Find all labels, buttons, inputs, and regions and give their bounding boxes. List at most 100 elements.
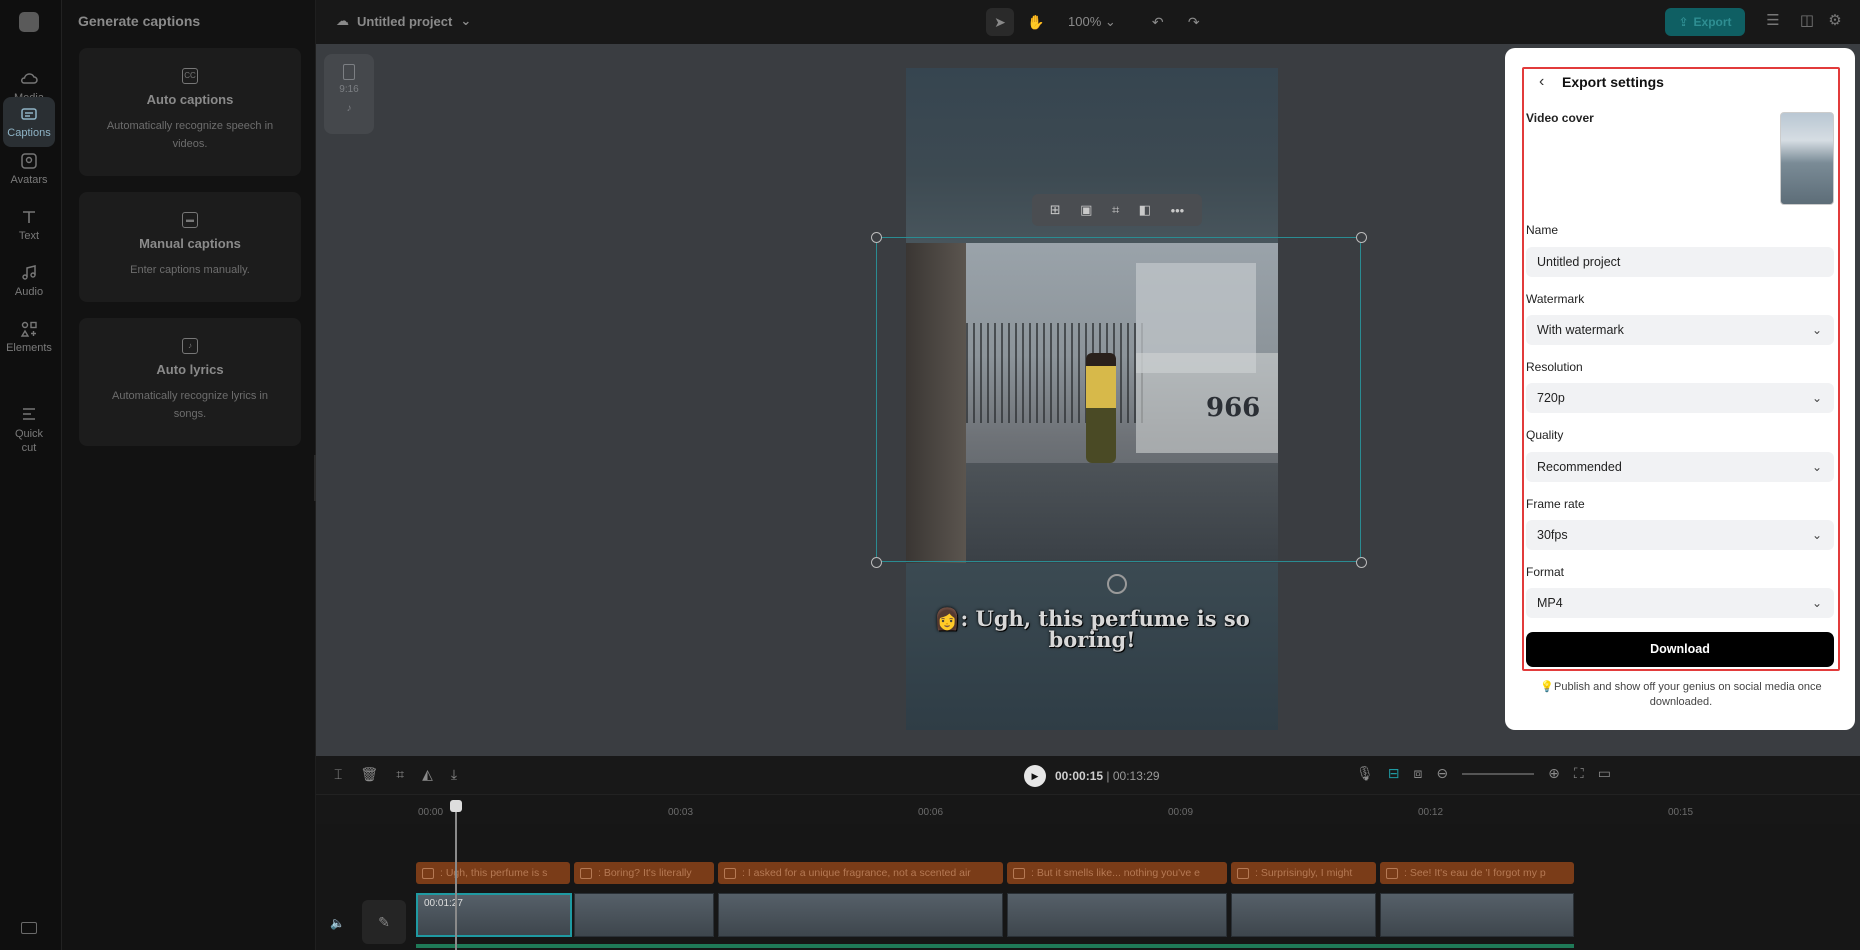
project-menu[interactable]: ☁ Untitled project ⌄ [336,13,471,29]
play-button[interactable]: ▶ [1024,765,1046,787]
caption-clip[interactable]: : Boring? It's literally [574,862,714,884]
framerate-label: Frame rate [1526,497,1585,511]
keyboard-icon[interactable] [21,922,37,934]
caption-clip[interactable]: : Ugh, this perfume is s [416,862,570,884]
redo-icon[interactable]: ↷ [1180,8,1208,36]
resize-handle[interactable] [1356,232,1367,243]
layers-icon[interactable]: ☰ [1764,13,1782,29]
captions-panel: Generate captions CC Auto captions Autom… [62,0,316,950]
crop-icon[interactable]: ⌗ [396,766,404,783]
phone-icon [343,64,355,80]
format-select[interactable]: MP4 ⌄ [1526,588,1834,618]
rail-item-captions[interactable]: Captions [3,97,55,147]
download-button[interactable]: Download [1526,632,1834,667]
volume-icon[interactable]: 🔈 [330,916,345,930]
resize-handle[interactable] [1356,557,1367,568]
name-input[interactable]: Untitled project [1526,247,1834,277]
select-tool-icon[interactable]: ➤ [986,8,1014,36]
watermark-select[interactable]: With watermark ⌄ [1526,315,1834,345]
hand-tool-icon[interactable]: ✋ [1022,8,1050,36]
crop-icon[interactable]: ⌗ [1112,202,1119,218]
rail-item-elements[interactable]: Elements [3,312,55,362]
zoom-out-icon[interactable]: ⊖ [1436,765,1448,782]
caption-clip[interactable]: : But it smells like... nothing you've e [1007,862,1227,884]
split-icon[interactable]: ⌶ [334,766,342,783]
manual-captions-card[interactable]: ▬ Manual captions Enter captions manuall… [79,192,301,302]
rail-item-text[interactable]: Text [3,200,55,250]
caption-clip[interactable]: : Surprisingly, I might [1231,862,1376,884]
mask-icon[interactable]: ◧ [1139,202,1151,218]
rail-label-audio: Audio [14,286,44,298]
chevron-down-icon: ⌄ [1811,596,1822,610]
aspect-ratio-panel[interactable]: 9:16 ♪ [324,54,374,134]
replace-image-icon[interactable]: ⊞ [1050,202,1061,218]
auto-captions-card[interactable]: CC Auto captions Automatically recognize… [79,48,301,176]
total-time: 00:13:29 [1112,769,1160,783]
delete-icon[interactable]: 🗑 [360,766,378,783]
export-settings-panel: ‹ Export settings Video cover Name Untit… [1505,48,1855,730]
caption-text[interactable]: 👩: Ugh, this perfume is so boring! [906,608,1278,650]
rail-item-avatars[interactable]: Avatars [3,144,55,194]
video-clip[interactable]: 00:01:27 [416,893,572,937]
layout-icon[interactable]: ◫ [1798,13,1816,29]
download-icon[interactable]: ⤓ [451,766,457,783]
audio-track-strip[interactable] [416,944,1574,948]
rail-label-text: Text [18,230,40,242]
video-clip[interactable] [574,893,714,937]
resize-handle[interactable] [871,232,882,243]
quality-select[interactable]: Recommended ⌄ [1526,452,1834,482]
caption-clip[interactable]: : See! It's eau de 'I forgot my p [1380,862,1574,884]
video-clip[interactable] [718,893,1003,937]
elements-icon [20,321,37,337]
zoom-in-icon[interactable]: ⊕ [1548,765,1560,782]
timeline-ruler[interactable]: 00:00 00:03 00:06 00:09 00:12 00:15 [316,794,1860,824]
rail-label-captions: Captions [7,127,51,139]
rotate-icon[interactable] [1107,574,1127,594]
zoom-slider[interactable] [1462,772,1535,775]
text-icon [23,211,35,223]
emoji-icon: 👩 [934,606,961,631]
microphone-icon[interactable]: 🎙 [1356,765,1374,782]
resolution-select[interactable]: 720p ⌄ [1526,383,1834,413]
export-label: Export [1693,15,1732,29]
tick-label: 00:06 [918,807,944,818]
tick-label: 00:09 [1168,807,1194,818]
auto-lyrics-card[interactable]: ♪ Auto lyrics Automatically recognize ly… [79,318,301,446]
more-icon[interactable]: ••• [1171,203,1185,218]
app-logo-icon[interactable] [19,12,39,32]
rail-item-audio[interactable]: Audio [3,256,55,306]
quality-label: Quality [1526,428,1564,442]
framerate-select[interactable]: 30fps ⌄ [1526,520,1834,550]
resize-handle[interactable] [871,557,882,568]
tick-label: 00:12 [1418,807,1444,818]
cloud-icon [21,73,38,84]
auto-snap-icon[interactable]: ⊟ [1388,765,1400,782]
resolution-value: 720p [1537,391,1565,405]
playhead[interactable] [450,800,462,950]
fit-icon[interactable]: ⛶ [1574,765,1584,782]
export-button[interactable]: ⇪ Export [1665,8,1745,36]
video-cover-thumbnail[interactable] [1780,112,1834,205]
zoom-dropdown[interactable]: 100% ⌄ [1068,14,1116,30]
comment-icon[interactable]: ▭ [1598,765,1611,782]
video-clip[interactable] [1231,893,1376,937]
export-title: Export settings [1562,74,1664,90]
edit-cover-icon[interactable]: ✎ [362,900,406,944]
back-arrow-icon[interactable]: ‹ [1539,73,1544,91]
video-clip[interactable] [1380,893,1574,937]
split-view-icon[interactable]: ⧈ [1414,765,1423,782]
selection-box[interactable] [876,237,1361,562]
card-title: Auto captions [146,92,234,107]
settings-icon[interactable]: ⚙ [1826,13,1844,29]
tick-label: 00:15 [1668,807,1694,818]
name-label: Name [1526,223,1559,237]
card-description: Automatically recognize speech in videos… [106,120,274,150]
caption-clip[interactable]: : I asked for a unique fragrance, not a … [718,862,1003,884]
remove-bg-icon[interactable]: ▣ [1080,202,1092,218]
rail-item-quick-cut[interactable]: Quick cut [3,400,55,460]
video-clip[interactable] [1007,893,1227,937]
undo-icon[interactable]: ↶ [1144,8,1172,36]
floating-toolbar: ⊞ ▣ ⌗ ◧ ••• [1032,194,1202,226]
timeline-right-tools: 🎙 ⊟ ⧈ ⊖ ⊕ ⛶ ▭ [1356,765,1611,782]
flip-icon[interactable]: ◭ [422,766,433,783]
